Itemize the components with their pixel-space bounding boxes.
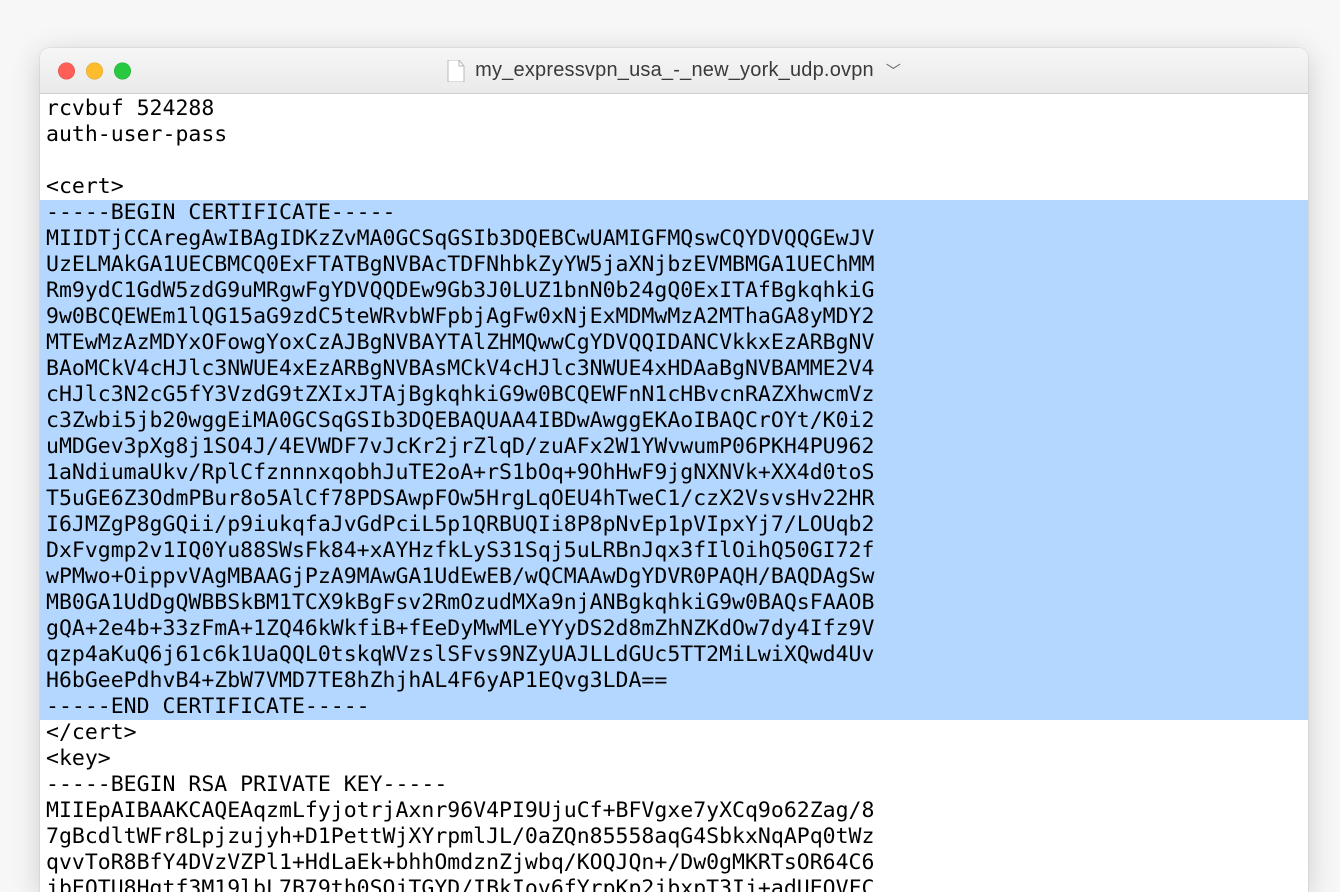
selected-text-line[interactable]: gQA+2e4b+33zFmA+1ZQ46kWkfiB+fEeDyMwMLeYY… xyxy=(40,616,1308,642)
text-line[interactable]: 7gBcdltWFr8Lpjzujyh+D1PettWjXYrpmlJL/0aZ… xyxy=(40,824,1308,850)
selected-text-line[interactable]: 9w0BCQEWEm1lQG15aG9zdC5teWRvbWFpbjAgFw0x… xyxy=(40,304,1308,330)
selected-text-line[interactable]: uMDGev3pXg8j1SO4J/4EVWDF7vJcKr2jrZlqD/zu… xyxy=(40,434,1308,460)
selected-text-line[interactable]: Rm9ydC1GdW5zdG9uMRgwFgYDVQQDEw9Gb3J0LUZ1… xyxy=(40,278,1308,304)
fullscreen-window-button[interactable] xyxy=(114,62,131,79)
window-titlebar[interactable]: my_expressvpn_usa_-_new_york_udp.ovpn ﹀ xyxy=(40,48,1308,94)
title-center[interactable]: my_expressvpn_usa_-_new_york_udp.ovpn ﹀ xyxy=(447,59,901,82)
text-editor-window: my_expressvpn_usa_-_new_york_udp.ovpn ﹀ … xyxy=(40,48,1308,892)
selected-text-line[interactable]: wPMwo+OippvVAgMBAAGjPzA9MAwGA1UdEwEB/wQC… xyxy=(40,564,1308,590)
selected-text-line[interactable]: T5uGE6Z3OdmPBur8o5AlCf78PDSAwpFOw5HrgLqO… xyxy=(40,486,1308,512)
window-title: my_expressvpn_usa_-_new_york_udp.ovpn xyxy=(475,59,874,82)
text-line[interactable]: -----BEGIN RSA PRIVATE KEY----- xyxy=(40,772,1308,798)
selected-text-line[interactable]: MB0GA1UdDgQWBBSkBM1TCX9kBgFsv2RmOzudMXa9… xyxy=(40,590,1308,616)
text-line[interactable] xyxy=(40,148,1308,174)
text-line[interactable]: <cert> xyxy=(40,174,1308,200)
selected-text-line[interactable]: DxFvgmp2v1IQ0Yu88SWsFk84+xAYHzfkLyS31Sqj… xyxy=(40,538,1308,564)
minimize-window-button[interactable] xyxy=(86,62,103,79)
selected-text-line[interactable]: 1aNdiumaUkv/RplCfznnnxqobhJuTE2oA+rS1bOq… xyxy=(40,460,1308,486)
selected-text-line[interactable]: cHJlc3N2cG5fY3VzdG9tZXIxJTAjBgkqhkiG9w0B… xyxy=(40,382,1308,408)
selected-text-line[interactable]: -----END CERTIFICATE----- xyxy=(40,694,1308,720)
text-line[interactable]: MIIEpAIBAAKCAQEAqzmLfyjotrjAxnr96V4PI9Uj… xyxy=(40,798,1308,824)
document-file-icon xyxy=(447,60,465,82)
selected-text-line[interactable]: qzp4aKuQ6j61c6k1UaQQL0tskqWVzslSFvs9NZyU… xyxy=(40,642,1308,668)
chevron-down-icon[interactable]: ﹀ xyxy=(886,60,901,81)
text-line[interactable]: rcvbuf 524288 xyxy=(40,96,1308,122)
text-editor-content[interactable]: rcvbuf 524288auth-user-pass <cert>-----B… xyxy=(40,94,1308,892)
text-line[interactable]: jbEQTU8Hgtf3M19lbL7B79th0SQjTGYD/IBkIov6… xyxy=(40,876,1308,892)
text-line[interactable]: auth-user-pass xyxy=(40,122,1308,148)
selected-text-line[interactable]: -----BEGIN CERTIFICATE----- xyxy=(40,200,1308,226)
selected-text-line[interactable]: BAoMCkV4cHJlc3NWUE4xEzARBgNVBAsMCkV4cHJl… xyxy=(40,356,1308,382)
close-window-button[interactable] xyxy=(58,62,75,79)
selected-text-line[interactable]: I6JMZgP8gGQii/p9iukqfaJvGdPciL5p1QRBUQIi… xyxy=(40,512,1308,538)
text-line[interactable]: qvvToR8BfY4DVzVZPl1+HdLaEk+bhhOmdznZjwbq… xyxy=(40,850,1308,876)
selected-text-line[interactable]: H6bGeePdhvB4+ZbW7VMD7TE8hZhjhAL4F6yAP1EQ… xyxy=(40,668,1308,694)
selected-text-line[interactable]: MTEwMzAzMDYxOFowgYoxCzAJBgNVBAYTAlZHMQww… xyxy=(40,330,1308,356)
text-line[interactable]: </cert> xyxy=(40,720,1308,746)
text-line[interactable]: <key> xyxy=(40,746,1308,772)
selected-text-line[interactable]: UzELMAkGA1UECBMCQ0ExFTATBgNVBAcTDFNhbkZy… xyxy=(40,252,1308,278)
selected-text-line[interactable]: MIIDTjCCAregAwIBAgIDKzZvMA0GCSqGSIb3DQEB… xyxy=(40,226,1308,252)
selected-text-line[interactable]: c3Zwbi5jb20wggEiMA0GCSqGSIb3DQEBAQUAA4IB… xyxy=(40,408,1308,434)
traffic-lights xyxy=(58,62,131,79)
